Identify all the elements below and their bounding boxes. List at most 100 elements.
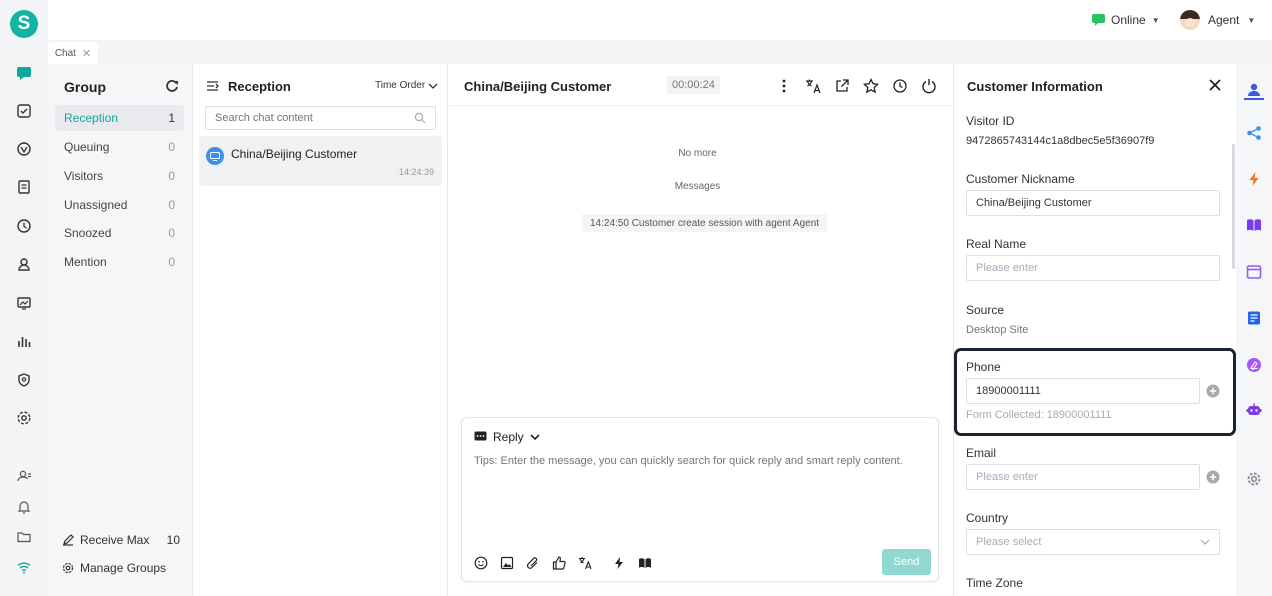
- security-nav-icon[interactable]: [14, 370, 34, 390]
- info-scrollbar[interactable]: [1232, 144, 1235, 269]
- group-item-reception[interactable]: Reception 1: [55, 105, 184, 131]
- user-status-icon[interactable]: [14, 466, 34, 486]
- group-title: Group: [64, 79, 106, 95]
- book-icon[interactable]: [1246, 217, 1262, 233]
- chevron-down-icon: [428, 83, 438, 89]
- collapse-list-icon[interactable]: [206, 80, 219, 92]
- session-name: China/Beijing Customer: [231, 147, 358, 161]
- settings-gear-icon[interactable]: [1246, 471, 1262, 487]
- status-caret-icon: ▼: [1151, 15, 1160, 25]
- phone-collected: Form Collected: 18900001111: [966, 409, 1112, 421]
- knowledge-book-icon[interactable]: [638, 556, 652, 570]
- refresh-icon[interactable]: [165, 79, 179, 93]
- lightning-icon[interactable]: [1246, 171, 1262, 187]
- close-icon[interactable]: ✕: [82, 47, 91, 60]
- settings-nav-icon[interactable]: [14, 408, 34, 428]
- edit-icon: [63, 534, 74, 546]
- tab-chat[interactable]: Chat ✕: [48, 42, 98, 64]
- translate-icon[interactable]: [578, 556, 592, 570]
- star-icon[interactable]: [863, 78, 879, 94]
- image-icon[interactable]: [500, 556, 514, 570]
- reception-panel: Reception Time Order China/Beijing Custo…: [192, 64, 448, 596]
- nickname-field[interactable]: China/Beijing Customer: [966, 190, 1220, 216]
- contacts-nav-icon[interactable]: [14, 254, 34, 274]
- translate-icon[interactable]: [805, 78, 821, 94]
- timezone-label: Time Zone: [966, 576, 1023, 590]
- add-phone-icon[interactable]: [1206, 384, 1220, 398]
- messages-label: Messages: [674, 181, 721, 192]
- phone-label: Phone: [966, 360, 1001, 374]
- status-selector[interactable]: Online ▼: [1092, 13, 1160, 27]
- document-nav-icon[interactable]: [14, 177, 34, 197]
- history-nav-icon[interactable]: [14, 216, 34, 236]
- session-timer: 00:00:24: [667, 76, 720, 94]
- group-item-snoozed[interactable]: Snoozed 0: [55, 220, 184, 246]
- status-label: Online: [1111, 13, 1146, 27]
- reception-title: Reception: [228, 79, 291, 94]
- emoji-icon[interactable]: [474, 556, 488, 570]
- no-more-label: No more: [678, 148, 717, 159]
- wifi-icon[interactable]: [14, 557, 34, 577]
- country-select[interactable]: Please select: [966, 529, 1220, 555]
- realname-label: Real Name: [966, 237, 1027, 251]
- phone-field[interactable]: 18900001111: [966, 378, 1200, 404]
- sort-dropdown[interactable]: Time Order: [375, 80, 438, 91]
- search-icon[interactable]: [414, 112, 426, 124]
- send-button[interactable]: Send: [882, 549, 931, 575]
- online-status-icon: [1092, 14, 1105, 26]
- search-input[interactable]: [215, 112, 405, 124]
- chevron-down-icon: [1200, 539, 1210, 545]
- tasks-nav-icon[interactable]: [14, 101, 34, 121]
- group-item-mention[interactable]: Mention 0: [55, 249, 184, 275]
- group-item-visitors[interactable]: Visitors 0: [55, 163, 184, 189]
- attachment-icon[interactable]: [526, 556, 540, 570]
- snooze-icon[interactable]: [892, 78, 908, 94]
- browser-window-icon[interactable]: [1246, 264, 1262, 280]
- thumbs-up-icon[interactable]: [552, 556, 566, 570]
- share-tree-icon[interactable]: [1246, 125, 1262, 141]
- agent-name: Agent: [1208, 13, 1240, 27]
- compass-nav-icon[interactable]: [14, 139, 34, 159]
- more-vertical-icon[interactable]: [776, 78, 792, 94]
- bell-icon[interactable]: [14, 497, 34, 517]
- chat-nav-icon[interactable]: [14, 63, 34, 83]
- chevron-down-icon: [530, 434, 540, 441]
- add-email-icon[interactable]: [1206, 470, 1220, 484]
- left-nav: S: [0, 0, 48, 596]
- source-value: Desktop Site: [966, 324, 1029, 336]
- manage-groups-button[interactable]: Manage Groups: [62, 561, 166, 575]
- system-message: 14:24:50 Customer create session with ag…: [582, 214, 828, 232]
- nickname-label: Customer Nickname: [966, 172, 1075, 186]
- tab-bar: [48, 40, 1272, 64]
- agent-menu[interactable]: Agent ▼: [1180, 10, 1255, 30]
- group-item-queuing[interactable]: Queuing 0: [55, 134, 184, 160]
- email-label: Email: [966, 446, 997, 460]
- form-document-icon[interactable]: [1246, 310, 1262, 326]
- tab-label: Chat: [54, 47, 76, 59]
- customer-profile-icon[interactable]: [1246, 82, 1262, 98]
- group-item-unassigned[interactable]: Unassigned 0: [55, 192, 184, 218]
- bot-icon[interactable]: [1246, 402, 1262, 418]
- message-input[interactable]: [474, 454, 929, 534]
- email-field[interactable]: Please enter: [966, 464, 1200, 490]
- folder-icon[interactable]: [14, 527, 34, 547]
- session-item[interactable]: China/Beijing Customer 14:24:39: [199, 136, 442, 186]
- close-icon[interactable]: [1208, 78, 1222, 92]
- power-icon[interactable]: [921, 78, 937, 94]
- visitor-id-value: 9472865743144c1a8dbec5e5f36907f9: [966, 135, 1155, 147]
- reply-mode-dropdown[interactable]: Reply: [474, 430, 540, 444]
- monitor-nav-icon[interactable]: [14, 293, 34, 313]
- chat-panel: China/Beijing Customer 00:00:24 No more …: [449, 64, 952, 596]
- realname-field[interactable]: Please enter: [966, 255, 1220, 281]
- ai-assist-icon[interactable]: [1246, 357, 1262, 373]
- reply-toolbar: [474, 556, 652, 570]
- share-icon[interactable]: [834, 78, 850, 94]
- stats-nav-icon[interactable]: [14, 331, 34, 351]
- source-label: Source: [966, 303, 1005, 317]
- right-toolbar: [1236, 64, 1272, 596]
- receive-max[interactable]: Receive Max 10: [62, 533, 180, 547]
- top-bar: Online ▼ Agent ▼: [48, 0, 1272, 40]
- agent-caret-icon: ▼: [1247, 15, 1256, 25]
- quick-reply-icon[interactable]: [612, 556, 626, 570]
- search-box[interactable]: [205, 106, 436, 130]
